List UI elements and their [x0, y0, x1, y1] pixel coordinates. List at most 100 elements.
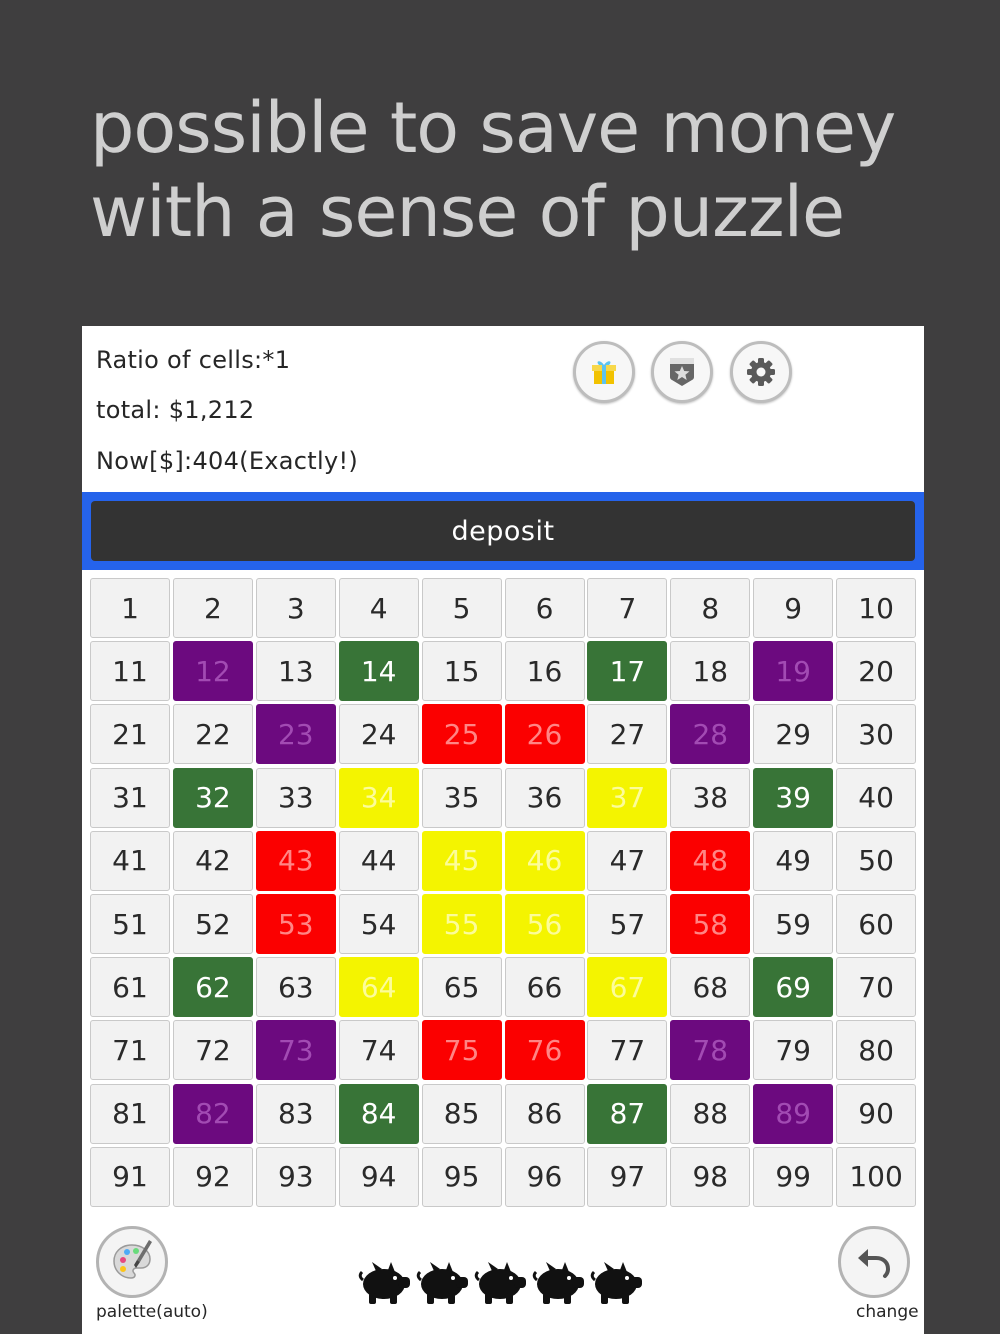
grid-cell-12[interactable]: 12: [172, 641, 253, 702]
grid-cell-49[interactable]: 49: [753, 830, 834, 891]
grid-cell-66[interactable]: 66: [504, 957, 585, 1018]
grid-cell-26[interactable]: 26: [504, 704, 585, 765]
grid-cell-93[interactable]: 93: [255, 1146, 336, 1207]
change-button[interactable]: [838, 1226, 910, 1298]
grid-cell-44[interactable]: 44: [338, 830, 419, 891]
grid-cell-83[interactable]: 83: [255, 1083, 336, 1144]
grid-cell-23[interactable]: 23: [255, 704, 336, 765]
grid-cell-71[interactable]: 71: [90, 1020, 170, 1081]
gift-button[interactable]: [573, 341, 635, 403]
grid-cell-97[interactable]: 97: [587, 1146, 668, 1207]
grid-cell-87[interactable]: 87: [587, 1083, 668, 1144]
grid-cell-72[interactable]: 72: [172, 1020, 253, 1081]
grid-cell-99[interactable]: 99: [753, 1146, 834, 1207]
settings-button[interactable]: [730, 341, 792, 403]
grid-cell-42[interactable]: 42: [172, 830, 253, 891]
grid-cell-55[interactable]: 55: [421, 894, 502, 954]
grid-cell-11[interactable]: 11: [90, 641, 170, 702]
grid-cell-82[interactable]: 82: [172, 1083, 253, 1144]
grid-cell-29[interactable]: 29: [753, 704, 834, 765]
grid-cell-63[interactable]: 63: [255, 957, 336, 1018]
grid-cell-74[interactable]: 74: [338, 1020, 419, 1081]
grid-cell-60[interactable]: 60: [836, 894, 917, 954]
grid-cell-27[interactable]: 27: [587, 704, 668, 765]
grid-cell-36[interactable]: 36: [504, 767, 585, 828]
grid-cell-77[interactable]: 77: [587, 1020, 668, 1081]
grid-cell-73[interactable]: 73: [255, 1020, 336, 1081]
grid-cell-80[interactable]: 80: [836, 1020, 917, 1081]
grid-cell-90[interactable]: 90: [836, 1083, 917, 1144]
grid-cell-7[interactable]: 7: [587, 578, 668, 638]
grid-cell-51[interactable]: 51: [90, 894, 170, 954]
grid-cell-20[interactable]: 20: [836, 641, 917, 702]
grid-cell-76[interactable]: 76: [504, 1020, 585, 1081]
grid-cell-85[interactable]: 85: [421, 1083, 502, 1144]
grid-cell-45[interactable]: 45: [421, 830, 502, 891]
grid-cell-2[interactable]: 2: [172, 578, 253, 638]
grid-cell-89[interactable]: 89: [753, 1083, 834, 1144]
grid-cell-16[interactable]: 16: [504, 641, 585, 702]
grid-cell-68[interactable]: 68: [670, 957, 751, 1018]
grid-cell-13[interactable]: 13: [255, 641, 336, 702]
grid-cell-24[interactable]: 24: [338, 704, 419, 765]
grid-cell-52[interactable]: 52: [172, 894, 253, 954]
grid-cell-65[interactable]: 65: [421, 957, 502, 1018]
grid-cell-43[interactable]: 43: [255, 830, 336, 891]
grid-cell-92[interactable]: 92: [172, 1146, 253, 1207]
grid-cell-33[interactable]: 33: [255, 767, 336, 828]
grid-cell-100[interactable]: 100: [836, 1146, 917, 1207]
grid-cell-69[interactable]: 69: [753, 957, 834, 1018]
grid-cell-78[interactable]: 78: [670, 1020, 751, 1081]
grid-cell-34[interactable]: 34: [338, 767, 419, 828]
grid-cell-35[interactable]: 35: [421, 767, 502, 828]
grid-cell-58[interactable]: 58: [670, 894, 751, 954]
grid-cell-39[interactable]: 39: [753, 767, 834, 828]
grid-cell-57[interactable]: 57: [587, 894, 668, 954]
grid-cell-61[interactable]: 61: [90, 957, 170, 1018]
grid-cell-84[interactable]: 84: [338, 1083, 419, 1144]
palette-button[interactable]: [96, 1226, 168, 1298]
grid-cell-9[interactable]: 9: [753, 578, 834, 638]
grid-cell-4[interactable]: 4: [338, 578, 419, 638]
grid-cell-53[interactable]: 53: [255, 894, 336, 954]
grid-cell-22[interactable]: 22: [172, 704, 253, 765]
grid-cell-10[interactable]: 10: [836, 578, 917, 638]
grid-cell-47[interactable]: 47: [587, 830, 668, 891]
deposit-button[interactable]: deposit: [91, 501, 915, 561]
grid-cell-21[interactable]: 21: [90, 704, 170, 765]
grid-cell-5[interactable]: 5: [421, 578, 502, 638]
grid-cell-17[interactable]: 17: [587, 641, 668, 702]
grid-cell-31[interactable]: 31: [90, 767, 170, 828]
grid-cell-40[interactable]: 40: [836, 767, 917, 828]
badge-button[interactable]: [651, 341, 713, 403]
grid-cell-25[interactable]: 25: [421, 704, 502, 765]
grid-cell-19[interactable]: 19: [753, 641, 834, 702]
grid-cell-64[interactable]: 64: [338, 957, 419, 1018]
grid-cell-59[interactable]: 59: [753, 894, 834, 954]
grid-cell-56[interactable]: 56: [504, 894, 585, 954]
grid-cell-98[interactable]: 98: [670, 1146, 751, 1207]
grid-cell-32[interactable]: 32: [172, 767, 253, 828]
grid-cell-75[interactable]: 75: [421, 1020, 502, 1081]
grid-cell-1[interactable]: 1: [90, 578, 170, 638]
grid-cell-38[interactable]: 38: [670, 767, 751, 828]
grid-cell-37[interactable]: 37: [587, 767, 668, 828]
grid-cell-28[interactable]: 28: [670, 704, 751, 765]
grid-cell-88[interactable]: 88: [670, 1083, 751, 1144]
grid-cell-41[interactable]: 41: [90, 830, 170, 891]
grid-cell-86[interactable]: 86: [504, 1083, 585, 1144]
grid-cell-8[interactable]: 8: [670, 578, 751, 638]
grid-cell-81[interactable]: 81: [90, 1083, 170, 1144]
grid-cell-30[interactable]: 30: [836, 704, 917, 765]
grid-cell-50[interactable]: 50: [836, 830, 917, 891]
grid-cell-67[interactable]: 67: [587, 957, 668, 1018]
grid-cell-46[interactable]: 46: [504, 830, 585, 891]
grid-cell-91[interactable]: 91: [90, 1146, 170, 1207]
grid-cell-15[interactable]: 15: [421, 641, 502, 702]
grid-cell-14[interactable]: 14: [338, 641, 419, 702]
grid-cell-94[interactable]: 94: [338, 1146, 419, 1207]
grid-cell-48[interactable]: 48: [670, 830, 751, 891]
grid-cell-6[interactable]: 6: [504, 578, 585, 638]
grid-cell-3[interactable]: 3: [255, 578, 336, 638]
grid-cell-54[interactable]: 54: [338, 894, 419, 954]
